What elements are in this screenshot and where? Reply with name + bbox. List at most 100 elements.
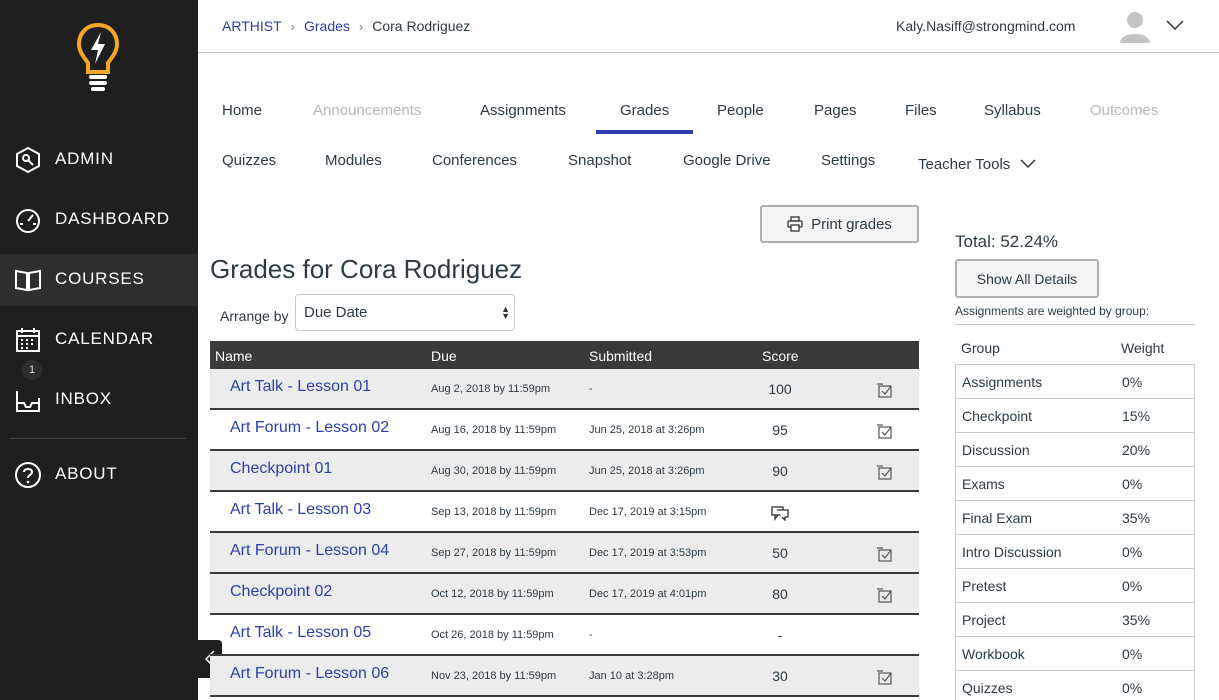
user-email[interactable]: Kaly.Nasiff@strongmind.com (896, 18, 1075, 34)
assignment-link[interactable]: Art Forum - Lesson 04 (230, 542, 389, 560)
group-name: Final Exam (962, 510, 1033, 526)
nav-about-label: ABOUT (55, 464, 118, 483)
group-name: Pretest (962, 578, 1007, 594)
table-row: Assignments 0% (955, 365, 1195, 399)
assignment-link[interactable]: Checkpoint 02 (230, 583, 332, 601)
nav-calendar[interactable]: CALENDAR (0, 314, 198, 366)
tab-settings[interactable]: Settings (821, 152, 875, 169)
avatar[interactable] (1118, 9, 1152, 43)
tab-google-drive[interactable]: Google Drive (683, 152, 771, 169)
nav-admin[interactable]: ADMIN (0, 134, 198, 186)
submitted-date: - (589, 383, 593, 395)
grades-table-header: Name Due Submitted Score (210, 341, 919, 369)
tab-people[interactable]: People (717, 102, 764, 119)
group-weight: 0% (1122, 680, 1143, 696)
tab-files[interactable]: Files (905, 102, 937, 119)
tab-snapshot[interactable]: Snapshot (568, 152, 631, 169)
table-row: Pretest 0% (955, 569, 1195, 603)
submitted-date: Jun 25, 2018 at 3:26pm (589, 465, 705, 477)
table-row: Final Exam 35% (955, 501, 1195, 535)
book-icon (15, 269, 41, 292)
breadcrumb-grades[interactable]: Grades (304, 18, 350, 34)
assignment-link[interactable]: Art Talk - Lesson 03 (230, 501, 371, 519)
table-row: Art Talk - Lesson 05 Oct 26, 2018 by 11:… (210, 615, 919, 656)
discussion-comment-icon[interactable] (771, 504, 789, 522)
tab-conferences[interactable]: Conferences (432, 152, 517, 169)
score: 100 (768, 381, 792, 397)
rubric-checkbox-icon[interactable] (876, 381, 894, 399)
due-date: Nov 23, 2018 by 11:59pm (431, 670, 557, 682)
col-weight: Weight (1121, 340, 1165, 356)
due-date: Aug 16, 2018 by 11:59pm (431, 424, 557, 436)
score: 30 (772, 668, 788, 684)
chevron-down-icon[interactable] (1166, 18, 1184, 32)
submitted-date: Dec 17, 2019 at 3:53pm (589, 547, 707, 559)
arrange-by-select[interactable]: Due Date ▲ ▼ (295, 294, 515, 331)
col-name: Name (215, 348, 253, 364)
tab-assignments[interactable]: Assignments (480, 102, 566, 119)
tab-quizzes[interactable]: Quizzes (222, 152, 276, 169)
help-circle-icon (15, 462, 41, 488)
sidebar: ADMIN DASHBOARD COURSES CALENDAR 1 INBOX… (0, 0, 198, 700)
rubric-checkbox-icon[interactable] (876, 668, 894, 686)
group-weight: 35% (1122, 612, 1151, 628)
due-date: Oct 26, 2018 by 11:59pm (431, 629, 554, 641)
rubric-checkbox-icon[interactable] (876, 463, 894, 481)
group-name: Assignments (962, 374, 1043, 390)
assignment-link[interactable]: Art Talk - Lesson 05 (230, 624, 371, 642)
assignment-link[interactable]: Art Forum - Lesson 06 (230, 665, 389, 683)
rubric-checkbox-icon[interactable] (876, 422, 894, 440)
table-row: Checkpoint 02 Oct 12, 2018 by 11:59pm De… (210, 574, 919, 615)
nav-dashboard[interactable]: DASHBOARD (0, 194, 198, 246)
printer-icon (787, 216, 803, 232)
tab-outcomes[interactable]: Outcomes (1090, 102, 1158, 119)
tab-teacher-tools[interactable]: Teacher Tools (918, 156, 1036, 173)
nav-calendar-label: CALENDAR (55, 329, 154, 348)
sidebar-divider (10, 438, 186, 439)
tab-pages[interactable]: Pages (814, 102, 857, 119)
tab-modules[interactable]: Modules (325, 152, 382, 169)
teacher-tools-label: Teacher Tools (918, 156, 1011, 173)
table-row: Art Talk - Lesson 01 Aug 2, 2018 by 11:5… (210, 369, 919, 410)
assignment-link[interactable]: Art Talk - Lesson 01 (230, 378, 371, 396)
table-row: Art Forum - Lesson 02 Aug 16, 2018 by 11… (210, 410, 919, 451)
print-grades-label: Print grades (811, 215, 892, 233)
submitted-date: Dec 17, 2019 at 3:15pm (589, 506, 707, 518)
weighted-note: Assignments are weighted by group: (955, 304, 1150, 318)
active-tab-indicator (596, 130, 693, 134)
rubric-checkbox-icon[interactable] (876, 586, 894, 604)
total-grade: Total: 52.24% (955, 232, 1059, 251)
show-all-details-button[interactable]: Show All Details (955, 259, 1099, 298)
select-arrows-icon: ▲ ▼ (501, 304, 510, 321)
group-name: Intro Discussion (962, 544, 1062, 560)
submitted-date: Jun 25, 2018 at 3:26pm (589, 424, 705, 436)
score: 80 (772, 586, 788, 602)
page-title: Grades for Cora Rodriguez (210, 254, 523, 284)
tab-grades[interactable]: Grades (620, 102, 669, 119)
nav-inbox[interactable]: 1 INBOX (0, 360, 198, 426)
due-date: Sep 27, 2018 by 11:59pm (431, 547, 557, 559)
chevron-down-icon (1020, 159, 1036, 169)
nav-dashboard-label: DASHBOARD (55, 209, 170, 228)
print-grades-button[interactable]: Print grades (760, 205, 919, 243)
due-date: Aug 30, 2018 by 11:59pm (431, 465, 557, 477)
group-weight: 0% (1122, 646, 1143, 662)
lightbulb-logo-icon[interactable] (76, 22, 120, 92)
breadcrumb-course[interactable]: ARTHIST (222, 18, 282, 34)
group-name: Project (962, 612, 1006, 628)
table-row: Project 35% (955, 603, 1195, 637)
score: - (777, 627, 783, 643)
group-weight: 0% (1122, 544, 1143, 560)
assignment-link[interactable]: Art Forum - Lesson 02 (230, 419, 389, 437)
col-score: Score (762, 348, 799, 364)
nav-about[interactable]: ABOUT (0, 449, 198, 501)
tab-announcements[interactable]: Announcements (313, 102, 421, 119)
nav-courses[interactable]: COURSES (0, 254, 198, 306)
rubric-checkbox-icon[interactable] (876, 545, 894, 563)
calendar-icon (16, 328, 40, 352)
submitted-date: Dec 17, 2019 at 4:01pm (589, 588, 707, 600)
tab-syllabus[interactable]: Syllabus (984, 102, 1041, 119)
assignment-link[interactable]: Checkpoint 01 (230, 460, 332, 478)
chevron-right-icon: › (290, 18, 295, 34)
tab-home[interactable]: Home (222, 102, 262, 119)
